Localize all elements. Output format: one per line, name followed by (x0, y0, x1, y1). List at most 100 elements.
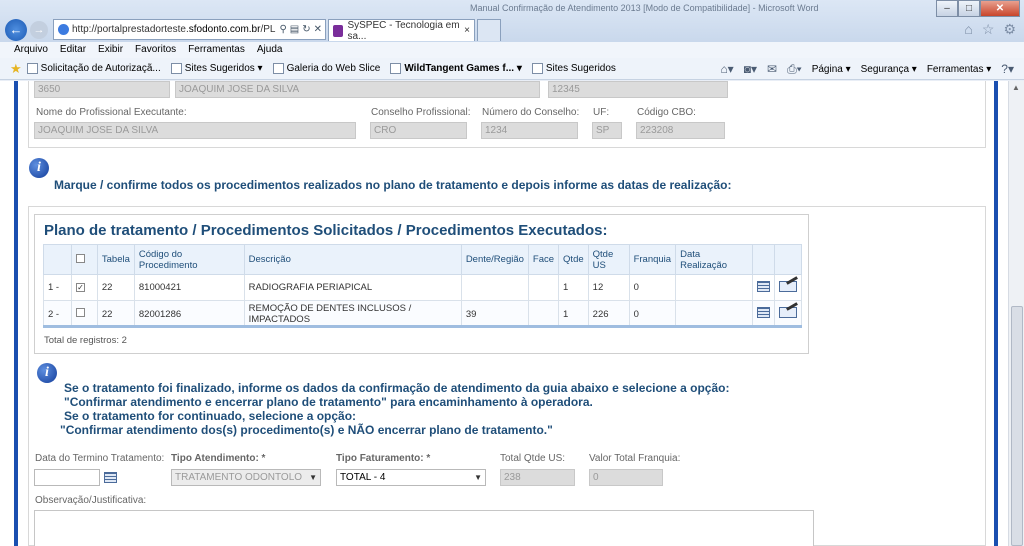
row-qtde: 1 (558, 300, 589, 328)
calendar-icon[interactable] (756, 280, 770, 292)
tab-syspec[interactable]: SySPEC - Tecnologia em sa... × (328, 19, 475, 42)
right-frame-border (994, 81, 998, 546)
menu-ajuda[interactable]: Ajuda (257, 42, 283, 58)
window-title: Manual Confirmação de Atendimento 2013 [… (470, 3, 819, 13)
favorite-item[interactable]: WildTangent Games f... ▾ (390, 63, 522, 74)
compat-view-icon[interactable]: ▤ (290, 24, 299, 35)
label-data-termino: Data do Termino Tratamento: (35, 453, 165, 464)
vertical-scrollbar[interactable]: ▲ (1008, 81, 1024, 546)
menu-editar[interactable]: Editar (60, 42, 86, 58)
label-tipo-atendimento: Tipo Atendimento: * (171, 453, 266, 464)
cmd-ferramentas[interactable]: Ferramentas ▾ (927, 64, 991, 75)
label-uf: UF: (593, 107, 610, 118)
calendar-icon[interactable] (104, 472, 117, 483)
col-franquia: Franquia (628, 244, 677, 275)
menu-arquivo[interactable]: Arquivo (14, 42, 48, 58)
row-descricao: REMOÇÃO DE DENTES INCLUSOS / IMPACTADOS (243, 300, 462, 328)
label-valor-franquia: Valor Total Franquia: (589, 453, 681, 464)
calendar-icon[interactable] (756, 307, 770, 318)
data-termino-input[interactable] (34, 469, 100, 486)
row-qtde: 1 (558, 274, 589, 301)
back-button[interactable]: ← (5, 19, 27, 41)
row-checkbox[interactable]: ✓ (75, 283, 85, 292)
url-prefix: http://portalprestadorteste. (72, 24, 189, 35)
col-codigo: Código do Procedimento (133, 244, 245, 275)
council-number-field: 1234 (481, 122, 578, 139)
prof-name-field: JOAQUIM JOSE DA SILVA (34, 122, 356, 139)
edit-icon[interactable] (778, 307, 797, 318)
favorite-label: Galeria do Web Slice (286, 63, 381, 74)
uf-field: SP (592, 122, 622, 139)
info-message-1: Marque / confirme todos os procedimentos… (54, 178, 732, 192)
menu-favoritos[interactable]: Favoritos (135, 42, 176, 58)
tab-title: SySPEC - Tecnologia em sa... (347, 19, 460, 42)
row-face (527, 300, 560, 328)
select-all-checkbox[interactable] (75, 253, 85, 263)
favorite-item[interactable]: Sites Sugeridos (531, 63, 616, 74)
settings-gear-icon[interactable]: ⚙ (1003, 21, 1016, 38)
label-council-number: Número do Conselho: (482, 107, 580, 118)
row-franquia: 0 (628, 300, 677, 328)
print-icon[interactable]: ⎙▾ (787, 62, 802, 77)
favorite-item[interactable]: Galeria do Web Slice (272, 63, 381, 74)
favorite-item[interactable]: Sites Sugeridos ▾ (170, 63, 263, 74)
favorites-star-icon[interactable]: ☆ (982, 21, 995, 38)
menu-exibir[interactable]: Exibir (98, 42, 123, 58)
page-icon (390, 63, 402, 74)
edit-icon[interactable] (778, 280, 797, 292)
mail-icon[interactable]: ✉ (767, 62, 777, 76)
observacao-textarea[interactable] (34, 510, 814, 546)
browser-right-icons: ⌂ ☆ ⚙ (964, 21, 1016, 38)
row-check-cell: ✓ (70, 274, 98, 301)
favorites-star-icon[interactable]: ★ (10, 61, 22, 77)
scroll-thumb[interactable] (1011, 306, 1023, 546)
new-tab-button[interactable] (477, 19, 501, 41)
row-checkbox[interactable] (75, 308, 85, 317)
tipo-atendimento-value: TRATAMENTO ODONTOLO (175, 472, 303, 483)
menu-ferramentas[interactable]: Ferramentas (188, 42, 245, 58)
tab-close-icon[interactable]: × (464, 25, 470, 36)
row-descricao: RADIOGRAFIA PERIAPICAL (243, 274, 462, 301)
help-icon[interactable]: ?▾ (1001, 62, 1014, 76)
search-icon[interactable]: ⚲ (279, 24, 286, 35)
page-icon (170, 63, 182, 74)
col-descricao: Descrição (243, 244, 462, 275)
info-message-2-line2: "Confirmar atendimento e encerrar plano … (64, 395, 593, 409)
chevron-down-icon: ▼ (309, 473, 317, 482)
menu-bar: Arquivo Editar Exibir Favoritos Ferramen… (0, 42, 1024, 58)
scroll-up-icon[interactable]: ▲ (1012, 83, 1020, 92)
prof-number-top-field: 12345 (548, 81, 728, 98)
info-message-2-line3: Se o tratamento for continuado, selecion… (64, 409, 357, 423)
forward-button[interactable]: → (30, 21, 48, 39)
table-header-row: Tabela Código do Procedimento Descrição … (43, 244, 803, 275)
procedures-table: Tabela Código do Procedimento Descrição … (43, 244, 803, 328)
refresh-icon[interactable]: ↻ (302, 24, 310, 35)
maximize-button[interactable]: □ (958, 0, 980, 17)
home-icon[interactable]: ⌂ (964, 21, 972, 38)
home-icon[interactable]: ⌂▾ (720, 62, 733, 76)
close-button[interactable]: ✕ (980, 0, 1020, 17)
tipo-atendimento-select[interactable]: TRATAMENTO ODONTOLO ▼ (171, 469, 321, 486)
info-icon: i (37, 363, 57, 383)
total-records: Total de registros: 2 (44, 335, 127, 346)
row-cal-cell (751, 300, 775, 328)
stop-icon[interactable]: ✕ (314, 24, 322, 35)
minimize-button[interactable]: – (936, 0, 958, 17)
favorite-item[interactable]: Solicitação de Autorizaçã... (26, 63, 161, 74)
url-suffix: /PL (260, 24, 276, 35)
tab-favicon-icon (333, 24, 344, 37)
col-dente: Dente/Região (460, 244, 529, 275)
row-tabela: 22 (96, 274, 135, 301)
tipo-faturamento-select[interactable]: TOTAL - 4 ▼ (336, 469, 486, 486)
label-cbo: Código CBO: (637, 107, 696, 118)
rss-icon[interactable]: ◙▾ (744, 62, 757, 76)
url-host: sfodonto.com.br (188, 24, 261, 35)
row-dente (460, 274, 529, 301)
total-us-field: 238 (500, 469, 575, 486)
info-icon: i (29, 158, 49, 178)
info-message-2-line4: "Confirmar atendimento dos(s) procedimen… (60, 423, 553, 437)
col-check (70, 244, 98, 275)
cmd-seguranca[interactable]: Segurança ▾ (861, 64, 917, 75)
cmd-pagina[interactable]: Página ▾ (812, 64, 851, 75)
address-bar[interactable]: http://portalprestadorteste. sfodonto.com… (53, 19, 326, 40)
